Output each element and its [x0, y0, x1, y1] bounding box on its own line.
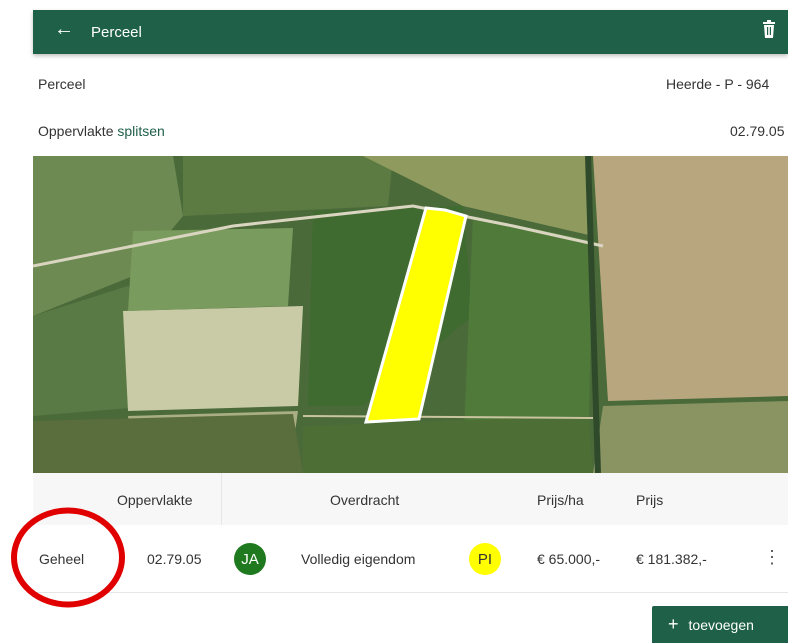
oppervlakte-value: 02.79.05 — [730, 123, 785, 139]
perceel-label: Perceel — [38, 76, 86, 92]
plus-icon: + — [668, 614, 679, 634]
page-title: Perceel — [91, 24, 142, 41]
perceel-value: Heerde - P - 964 — [666, 76, 770, 92]
splitsen-link[interactable]: splitsen — [117, 123, 164, 139]
overdracht-link[interactable]: Volledig eigendom — [301, 551, 415, 567]
overdracht-badge: JA — [234, 543, 266, 575]
header-overdracht: Overdracht — [330, 492, 400, 508]
row-prijs: € 181.382,- — [636, 551, 707, 567]
arrow-left-icon[interactable]: ← — [54, 18, 74, 41]
add-button-label: toevoegen — [688, 616, 754, 633]
header-prijs-ha: Prijs/ha — [537, 492, 584, 508]
app-bar: ← Perceel — [33, 10, 788, 54]
geheel-link[interactable]: Geheel — [39, 551, 84, 567]
header-prijs: Prijs — [636, 492, 664, 508]
row-prijs-ha: € 65.000,- — [537, 551, 601, 567]
row-oppervlakte: 02.79.05 — [147, 551, 202, 567]
table-row: Geheel 02.79.05 JA Volledig eigendom PI … — [33, 525, 788, 593]
oppervlakte-label-text: Oppervlakte — [38, 123, 114, 139]
oppervlakte-label: Oppervlakte splitsen — [38, 123, 165, 139]
more-vert-icon[interactable]: ⋮ — [763, 547, 781, 568]
header-divider — [221, 473, 222, 525]
trash-icon[interactable] — [762, 20, 776, 38]
satellite-map[interactable] — [33, 156, 788, 473]
add-button[interactable]: + toevoegen — [652, 606, 788, 643]
table-header: Oppervlakte Overdracht Prijs/ha Prijs — [33, 473, 788, 525]
prijs-badge: PI — [469, 543, 501, 575]
header-oppervlakte: Oppervlakte — [117, 492, 193, 508]
